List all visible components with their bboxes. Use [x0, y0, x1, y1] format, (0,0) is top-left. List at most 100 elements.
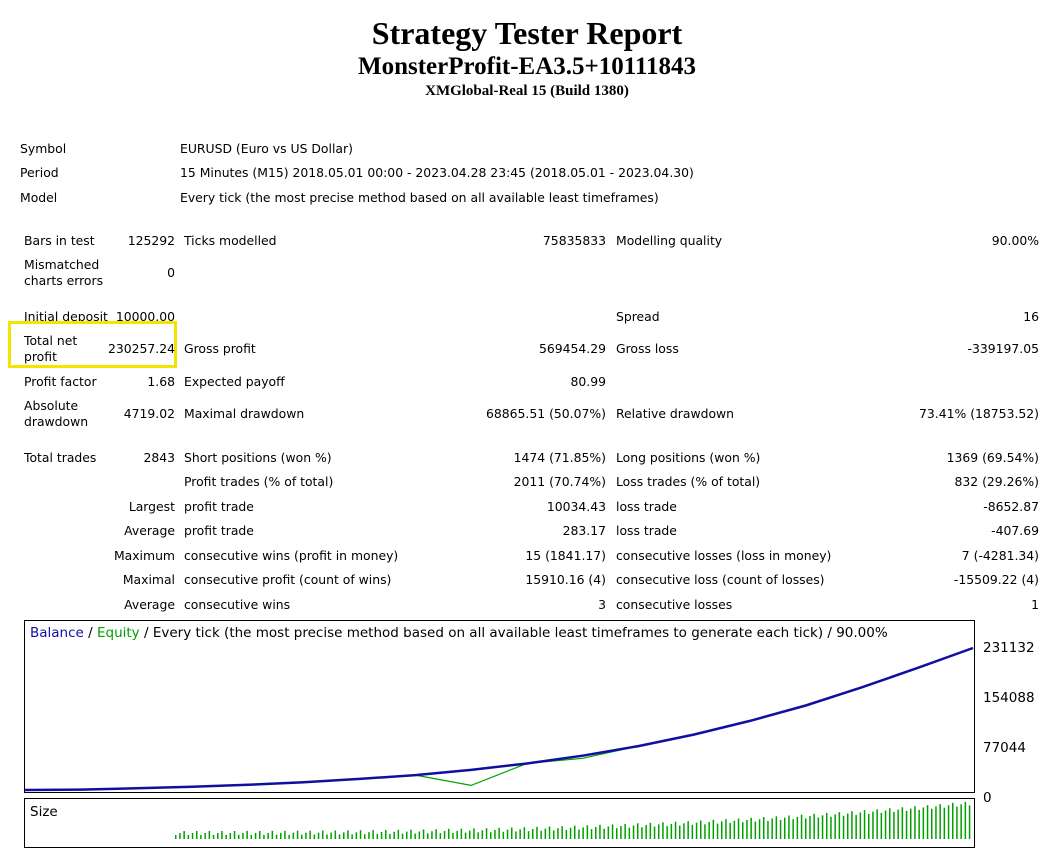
largest-label: Largest	[128, 499, 175, 514]
size-bar	[914, 806, 916, 839]
size-bar	[439, 833, 442, 839]
size-bar	[876, 809, 878, 839]
size-bar	[267, 832, 269, 839]
size-bar	[502, 831, 505, 839]
size-bar	[737, 818, 740, 839]
size-bar	[443, 831, 446, 839]
size-bar	[931, 808, 933, 839]
size-bar	[767, 820, 769, 839]
expected-payoff-label: Expected payoff	[184, 374, 285, 389]
size-chart-label: Size	[30, 804, 58, 820]
size-bar	[418, 831, 421, 839]
report-title: Strategy Tester Report	[371, 15, 683, 51]
size-bar	[481, 830, 484, 839]
size-bar	[775, 816, 778, 839]
size-bar	[586, 825, 589, 839]
size-bar	[515, 831, 517, 839]
size-bar	[523, 827, 526, 839]
balance-line	[25, 646, 974, 792]
loss-trades-value: 832 (29.26%)	[954, 474, 1039, 489]
size-bar	[922, 807, 925, 839]
size-bar	[175, 835, 177, 839]
total-trades-value: 2843	[143, 450, 175, 465]
size-bar	[582, 827, 584, 839]
size-bar	[889, 808, 891, 839]
size-bar	[519, 829, 521, 839]
size-bar	[662, 822, 664, 839]
rel-drawdown-value: 73.41% (18753.52)	[919, 406, 1039, 421]
avg-cons-losses-label: consecutive losses	[616, 597, 733, 612]
y-tick-label: 154088	[983, 690, 1035, 706]
average-label: Average	[124, 523, 175, 538]
largest-loss-label: loss trade	[616, 499, 677, 514]
size-bar	[456, 830, 458, 839]
profit-factor-label: Profit factor	[24, 374, 97, 389]
size-bar	[784, 817, 786, 839]
size-bar	[263, 834, 265, 839]
size-bar	[800, 814, 803, 839]
size-bar	[406, 831, 408, 839]
size-bar	[393, 831, 395, 839]
legend-description: / Every tick (the most precise method ba…	[139, 625, 888, 641]
net-profit-label-2: profit	[24, 349, 57, 364]
size-bar	[254, 832, 257, 839]
size-bar	[448, 828, 450, 839]
size-bar	[771, 818, 773, 839]
size-bar	[884, 810, 887, 839]
size-bar	[716, 823, 719, 839]
y-tick-label: 0	[983, 790, 992, 806]
size-bar	[536, 826, 538, 839]
size-bar	[868, 813, 870, 839]
size-bar	[763, 817, 765, 839]
short-positions-label: Short positions (won %)	[184, 450, 332, 465]
size-bar	[368, 832, 370, 839]
size-bar	[313, 834, 316, 839]
size-bar	[238, 834, 240, 839]
size-bar	[964, 801, 967, 839]
size-bar	[275, 834, 278, 839]
size-bar	[729, 822, 731, 839]
size-bar	[191, 833, 194, 839]
size-bar	[742, 822, 744, 839]
abs-drawdown-label-1: Absolute	[24, 398, 79, 413]
avg-loss-value: -407.69	[991, 523, 1039, 538]
size-bar	[204, 833, 206, 839]
max-drawdown-label: Maximal drawdown	[184, 406, 305, 421]
profit-factor-value: 1.68	[147, 374, 175, 389]
size-bar	[712, 819, 715, 839]
size-bar	[691, 824, 694, 839]
legend-separator: /	[83, 625, 97, 641]
size-bar	[280, 832, 282, 839]
size-bar	[842, 815, 845, 839]
size-bar	[943, 807, 946, 839]
gross-loss-value: -339197.05	[967, 341, 1039, 356]
size-bar	[758, 819, 761, 839]
size-bar	[322, 830, 324, 839]
test-info: Symbol EURUSD (Euro vs US Dollar) Period 1…	[20, 136, 694, 210]
size-bar	[309, 830, 311, 839]
size-bar	[179, 833, 181, 839]
size-bar	[607, 826, 610, 839]
report-header: Strategy Tester Report MonsterProfit-EA3…	[0, 14, 1054, 101]
max-cons-wins-label: consecutive wins (profit in money)	[184, 548, 399, 563]
size-bar	[708, 822, 710, 839]
size-bar	[351, 834, 353, 839]
size-bar	[674, 821, 677, 839]
size-bar	[242, 832, 244, 839]
size-bar	[813, 813, 815, 839]
size-bar	[389, 833, 391, 839]
size-bar	[851, 811, 853, 839]
size-bar	[355, 832, 358, 839]
spread-value: 16	[1023, 309, 1039, 324]
size-bar	[939, 804, 941, 839]
gross-loss-label: Gross loss	[616, 341, 679, 356]
size-bar	[376, 834, 379, 839]
maximal-cons-loss-value: -15509.22 (4)	[953, 572, 1039, 587]
size-bar	[695, 822, 698, 839]
size-bar	[683, 823, 685, 839]
size-bar	[905, 810, 908, 839]
size-bar	[817, 817, 820, 839]
size-bar	[792, 819, 794, 839]
size-bar	[859, 812, 862, 839]
largest-loss-value: -8652.87	[983, 499, 1039, 514]
